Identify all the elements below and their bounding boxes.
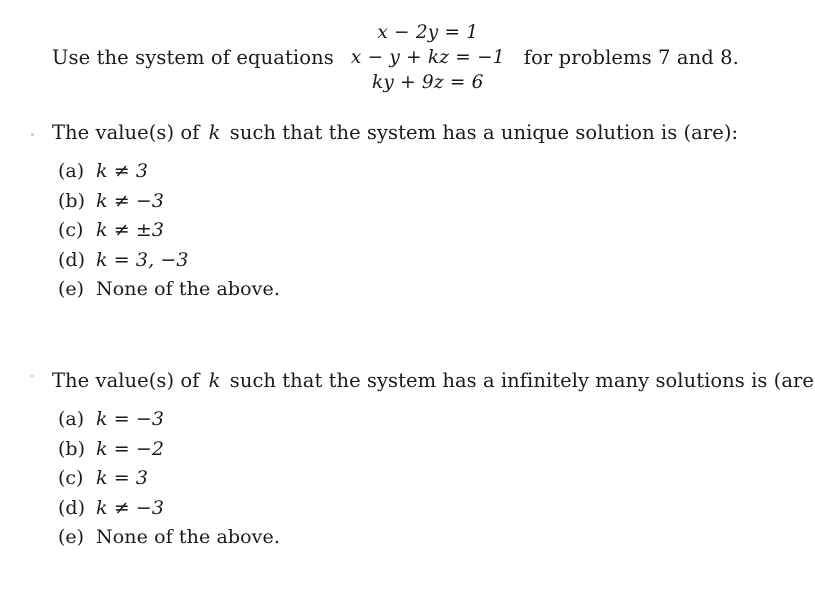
question-8-stem-part-2: such that the system has a infinitely ma… <box>229 369 815 392</box>
question-8-stem: The value(s) of k such that the system h… <box>52 369 815 392</box>
question-7: The value(s) of k such that the system h… <box>52 121 739 308</box>
question-8-options: (a) k = −3 (b) k = −2 (c) k = 3 (d) k ≠ … <box>52 408 815 556</box>
option-c-label: (c) <box>58 219 84 242</box>
option-d[interactable]: (d) k = 3, −3 <box>52 249 738 279</box>
option-c[interactable]: (c) k ≠ ±3 <box>52 219 738 249</box>
option-b-label: (b) <box>58 437 85 460</box>
scan-speck-artifact <box>31 133 34 136</box>
option-d[interactable]: (d) k ≠ −3 <box>52 497 815 527</box>
option-d-text: k ≠ −3 <box>96 496 165 519</box>
equation-system: x − 2y = 1 x − y + kz = −1 ky + 9z = 6 <box>351 20 505 95</box>
question-7-stem-part-1: The value(s) of <box>52 121 200 144</box>
option-e-text: None of the above. <box>96 278 280 301</box>
option-b[interactable]: (b) k = −2 <box>52 438 815 468</box>
option-a-text: k = −3 <box>96 408 165 431</box>
equation-line-1: x − 2y = 1 <box>377 22 479 43</box>
option-a-text: k ≠ 3 <box>96 160 149 183</box>
option-e-label: (e) <box>58 278 85 301</box>
option-a-label: (a) <box>58 160 85 183</box>
intro-lead-text: Use the system of equations <box>52 45 334 69</box>
option-b[interactable]: (b) k ≠ −3 <box>52 190 738 220</box>
option-a[interactable]: (a) k = −3 <box>52 408 815 438</box>
option-e[interactable]: (e) None of the above. <box>52 526 815 556</box>
question-8-stem-part-1: The value(s) of <box>52 369 200 392</box>
question-7-stem: The value(s) of k such that the system h… <box>52 121 739 144</box>
option-b-label: (b) <box>58 189 85 212</box>
option-d-label: (d) <box>58 248 85 271</box>
question-8-variable: k <box>208 369 221 392</box>
question-7-variable: k <box>208 121 221 144</box>
question-7-stem-part-2: such that the system has a unique soluti… <box>229 121 739 144</box>
option-c-text: k ≠ ±3 <box>96 219 165 242</box>
option-c[interactable]: (c) k = 3 <box>52 467 815 497</box>
document-page: Use the system of equations x − 2y = 1 x… <box>0 0 815 597</box>
equation-line-2: x − y + kz = −1 <box>350 47 505 68</box>
option-a[interactable]: (a) k ≠ 3 <box>52 160 738 190</box>
option-e-text: None of the above. <box>96 526 280 549</box>
option-e-label: (e) <box>58 526 85 549</box>
question-8: The value(s) of k such that the system h… <box>52 369 815 556</box>
option-b-text: k ≠ −3 <box>96 189 165 212</box>
scan-speck-artifact <box>30 375 34 377</box>
option-d-text: k = 3, −3 <box>96 248 189 271</box>
option-a-label: (a) <box>58 408 85 431</box>
system-of-equations-prompt: Use the system of equations x − 2y = 1 x… <box>52 20 792 95</box>
intro-tail-text: for problems 7 and 8. <box>523 45 739 69</box>
option-b-text: k = −2 <box>96 437 165 460</box>
option-d-label: (d) <box>58 496 85 519</box>
option-c-label: (c) <box>58 467 84 490</box>
question-7-options: (a) k ≠ 3 (b) k ≠ −3 (c) k ≠ ±3 (d) k = … <box>52 160 738 308</box>
option-c-text: k = 3 <box>96 467 149 490</box>
equation-line-3: ky + 9z = 6 <box>371 72 484 93</box>
option-e[interactable]: (e) None of the above. <box>52 278 738 308</box>
